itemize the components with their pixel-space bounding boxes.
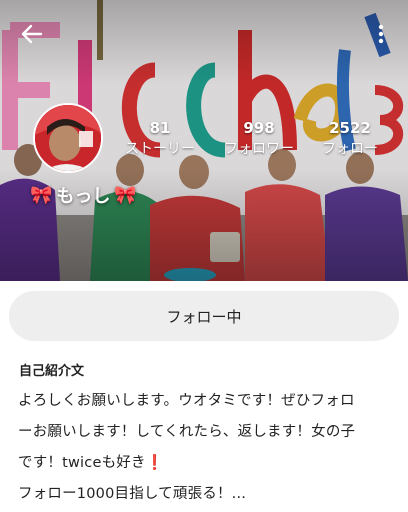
stat-followers[interactable]: 998 フォロワー — [214, 118, 304, 160]
stories-label: ストーリー — [125, 141, 195, 157]
following-count: 2522 — [329, 119, 371, 137]
bio-line: よろしくお願いします。ウオタミです！ぜひフォロ — [18, 393, 355, 409]
username-text: もっし — [56, 186, 111, 207]
ribbon-emoji-left: 🎀 — [30, 184, 53, 206]
followers-count: 998 — [243, 119, 275, 137]
stat-following[interactable]: 2522 フォロー — [312, 118, 388, 160]
ribbon-emoji-right: 🎀 — [114, 184, 137, 206]
back-button[interactable] — [14, 18, 50, 50]
stories-count: 81 — [149, 119, 171, 137]
more-options-button[interactable] — [366, 18, 396, 50]
bio-line: フォロー1000目指して頑張る！... — [18, 486, 247, 502]
arrow-left-icon — [21, 24, 43, 44]
stat-stories[interactable]: 81 ストーリー — [117, 118, 203, 160]
bio-line-text: です！twiceも好き — [18, 455, 146, 471]
avatar-image — [35, 105, 101, 171]
exclamation-mark: ❗ — [145, 455, 164, 471]
bio-line: ーお願いします！してくれたら、返します！女の子 — [18, 424, 356, 440]
following-label: フォロー — [322, 141, 378, 157]
followers-label: フォロワー — [224, 141, 294, 157]
bio-text: よろしくお願いします。ウオタミです！ぜひフォロ ーお願いします！してくれたら、返… — [18, 386, 396, 510]
more-vertical-icon — [378, 24, 384, 44]
bio-heading: 自己紹介文 — [19, 364, 85, 379]
profile-username: 🎀 もっし 🎀 — [30, 181, 137, 209]
bio-line: です！twiceも好き❗ — [18, 448, 396, 479]
following-button[interactable]: フォロー中 — [9, 291, 399, 341]
profile-avatar[interactable] — [33, 103, 103, 173]
